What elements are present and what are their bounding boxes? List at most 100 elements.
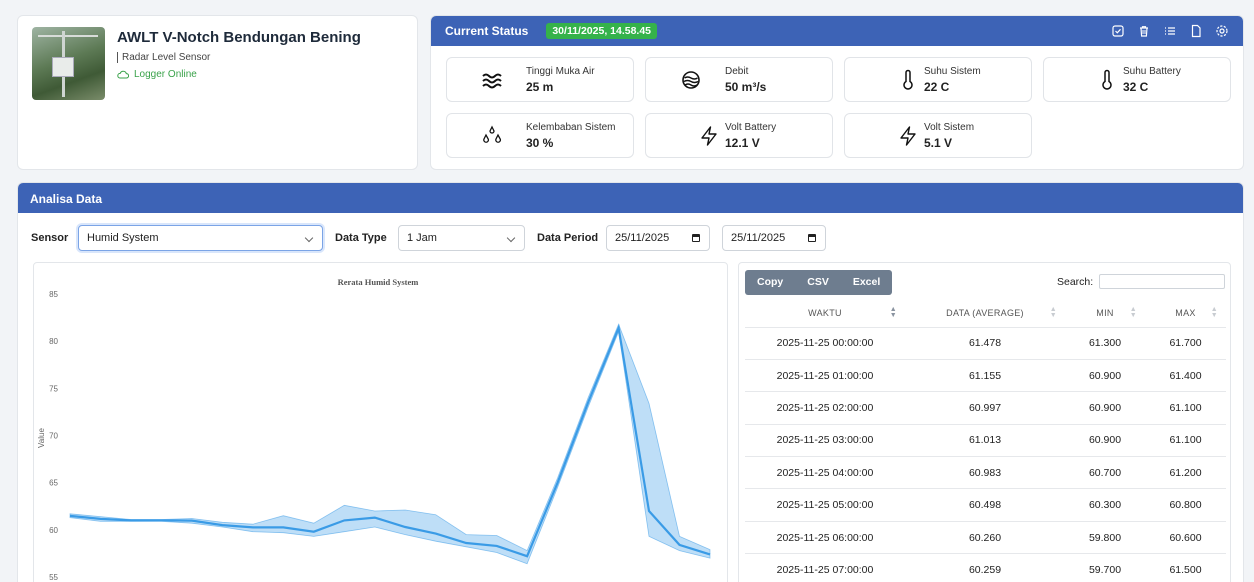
cell-min: 59.800 bbox=[1065, 520, 1145, 554]
y-tick-label: 70 bbox=[49, 432, 58, 441]
table-row: 2025-11-25 06:00:00 60.260 59.800 60.600 bbox=[745, 520, 1226, 554]
table-row: 2025-11-25 05:00:00 60.498 60.300 60.800 bbox=[745, 488, 1226, 522]
metric-label: Suhu Sistem bbox=[924, 66, 981, 77]
cell-max: 61.700 bbox=[1145, 326, 1226, 360]
export-button-group: Copy CSV Excel bbox=[745, 270, 893, 295]
metric-label: Volt Battery bbox=[725, 122, 777, 133]
copy-button[interactable]: Copy bbox=[745, 270, 795, 295]
search-label: Search: bbox=[1057, 276, 1094, 288]
file-icon[interactable] bbox=[1189, 24, 1203, 38]
logger-title: AWLT V-Notch Bendungan Bening bbox=[117, 29, 361, 46]
status-header: Current Status 30/11/2025, 14.58.45 bbox=[431, 16, 1243, 46]
cell-max: 60.800 bbox=[1145, 488, 1226, 522]
metric-label: Debit bbox=[725, 66, 749, 77]
sensor-select-value: Humid System bbox=[87, 232, 159, 244]
chart-panel: Rerata Humid System Value 55 60 65 70 75 80 85 bbox=[33, 262, 728, 582]
period-start-value: 25/11/2025 bbox=[615, 232, 670, 244]
cell-waktu: 2025-11-25 05:00:00 bbox=[745, 488, 905, 522]
period-start-input[interactable]: 25/11/2025 bbox=[606, 225, 710, 251]
cell-min: 60.900 bbox=[1065, 391, 1145, 425]
cell-max: 61.200 bbox=[1145, 456, 1226, 489]
column-header-waktu[interactable]: WAKTU ▲ ▼ bbox=[745, 299, 905, 327]
metric-value: 25 m bbox=[526, 80, 554, 94]
column-header-data-average[interactable]: DATA (AVERAGE) ▲ ▼ bbox=[905, 299, 1065, 327]
chevron-down-icon bbox=[304, 233, 314, 243]
metric-value: 12.1 V bbox=[725, 136, 760, 150]
cell-average: 60.997 bbox=[905, 391, 1065, 425]
cell-average: 60.259 bbox=[905, 553, 1065, 582]
table-row: 2025-11-25 02:00:00 60.997 60.900 61.100 bbox=[745, 391, 1226, 425]
humid-chart: Rerata Humid System Value 55 60 65 70 75 80 85 bbox=[37, 277, 711, 582]
metric-debit: Debit 50 m³/s bbox=[645, 57, 833, 102]
cell-average: 61.013 bbox=[905, 423, 1065, 457]
logger-status-text: Logger Online bbox=[134, 69, 197, 80]
logger-status: Logger Online bbox=[117, 69, 197, 80]
metric-value: 50 m³/s bbox=[725, 80, 767, 94]
data-type-select[interactable]: 1 Jam bbox=[398, 225, 525, 251]
thermometer-icon bbox=[903, 69, 913, 90]
lightning-icon bbox=[701, 126, 717, 146]
column-header-min[interactable]: MIN ▲ ▼ bbox=[1065, 299, 1145, 327]
csv-button[interactable]: CSV bbox=[795, 270, 841, 295]
y-tick-label: 75 bbox=[49, 384, 58, 393]
cell-max: 61.500 bbox=[1145, 553, 1226, 582]
metric-volt-battery: Volt Battery 12.1 V bbox=[645, 113, 833, 158]
excel-button[interactable]: Excel bbox=[841, 270, 892, 295]
cell-average: 60.983 bbox=[905, 456, 1065, 489]
calendar-icon[interactable] bbox=[808, 234, 816, 242]
metric-tinggi-muka-air: Tinggi Muka Air 25 m bbox=[446, 57, 634, 102]
y-tick-label: 80 bbox=[49, 337, 58, 346]
cell-max: 61.100 bbox=[1145, 423, 1226, 457]
cell-waktu: 2025-11-25 06:00:00 bbox=[745, 520, 905, 554]
metric-label: Volt Sistem bbox=[924, 122, 975, 133]
logger-photo bbox=[32, 27, 105, 100]
checklist-icon[interactable] bbox=[1111, 24, 1125, 38]
cell-waktu: 2025-11-25 01:00:00 bbox=[745, 358, 905, 392]
water-waves-icon bbox=[482, 73, 502, 89]
metric-value: 32 C bbox=[1123, 80, 1149, 94]
water-flow-icon bbox=[682, 71, 700, 89]
sensor-select[interactable]: Humid System bbox=[78, 225, 323, 251]
cell-max: 61.100 bbox=[1145, 391, 1226, 425]
data-type-value: 1 Jam bbox=[407, 232, 437, 244]
cloud-icon bbox=[117, 70, 129, 79]
y-tick-label: 65 bbox=[49, 479, 58, 488]
trash-icon[interactable] bbox=[1137, 24, 1151, 38]
min-max-band bbox=[69, 323, 711, 565]
table-row: 2025-11-25 03:00:00 61.013 60.900 61.100 bbox=[745, 423, 1226, 457]
metric-suhu-battery: Suhu Battery 32 C bbox=[1043, 57, 1231, 102]
data-table: WAKTU ▲ ▼ DATA (AVERAGE) ▲ ▼ MIN ▲ ▼ MAX ▲ ▼ 202… bbox=[745, 299, 1226, 582]
cell-max: 61.400 bbox=[1145, 358, 1226, 392]
metric-label: Kelembaban Sistem bbox=[526, 122, 616, 133]
table-row: 2025-11-25 04:00:00 60.983 60.700 61.200 bbox=[745, 456, 1226, 489]
sensor-label: Sensor bbox=[31, 232, 69, 244]
cell-min: 60.700 bbox=[1065, 456, 1145, 489]
analisa-header: Analisa Data bbox=[18, 183, 1243, 213]
y-tick-label: 85 bbox=[49, 290, 58, 299]
data-period-label: Data Period bbox=[537, 232, 599, 244]
droplets-icon bbox=[483, 125, 502, 143]
cell-min: 60.300 bbox=[1065, 488, 1145, 522]
search-input[interactable] bbox=[1099, 274, 1225, 289]
metric-suhu-sistem: Suhu Sistem 22 C bbox=[844, 57, 1032, 102]
column-header-max[interactable]: MAX ▲ ▼ bbox=[1145, 299, 1226, 327]
cell-waktu: 2025-11-25 04:00:00 bbox=[745, 456, 905, 489]
status-timestamp: 30/11/2025, 14.58.45 bbox=[546, 23, 658, 39]
metric-value: 30 % bbox=[526, 136, 554, 150]
cell-min: 60.900 bbox=[1065, 423, 1145, 457]
metric-kelembaban-sistem: Kelembaban Sistem 30 % bbox=[446, 113, 634, 158]
logger-sensor-type: Radar Level Sensor bbox=[117, 52, 210, 63]
metric-value: 22 C bbox=[924, 80, 950, 94]
cell-waktu: 2025-11-25 00:00:00 bbox=[745, 326, 905, 360]
thermometer-icon bbox=[1102, 69, 1112, 90]
cell-average: 61.478 bbox=[905, 326, 1065, 360]
gear-icon[interactable] bbox=[1215, 24, 1229, 38]
cell-waktu: 2025-11-25 03:00:00 bbox=[745, 423, 905, 457]
metric-label: Suhu Battery bbox=[1123, 66, 1181, 77]
cell-waktu: 2025-11-25 02:00:00 bbox=[745, 391, 905, 425]
metric-label: Tinggi Muka Air bbox=[526, 66, 595, 77]
calendar-icon[interactable] bbox=[692, 234, 700, 242]
cell-max: 60.600 bbox=[1145, 520, 1226, 554]
list-icon[interactable] bbox=[1163, 24, 1177, 38]
period-end-input[interactable]: 25/11/2025 bbox=[722, 225, 826, 251]
